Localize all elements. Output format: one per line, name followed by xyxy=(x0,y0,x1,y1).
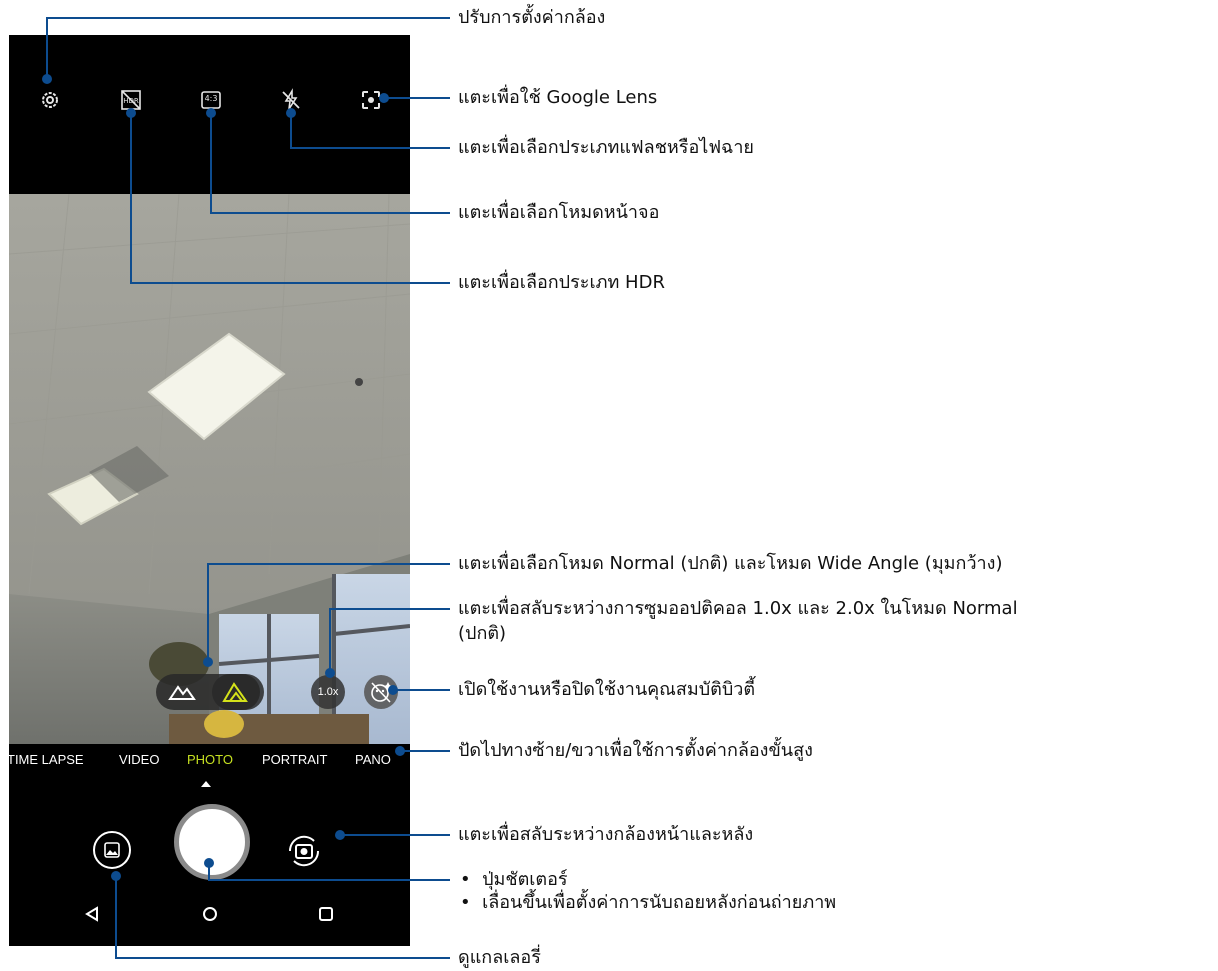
google-lens-icon[interactable] xyxy=(359,88,383,112)
lens-selector xyxy=(156,674,264,710)
normal-lens-icon[interactable] xyxy=(168,681,196,703)
mode-photo[interactable]: PHOTO xyxy=(187,752,233,767)
callout-wide-angle: แตะเพื่อเลือกโหมด Normal (ปกติ) และโหมด … xyxy=(458,553,1003,574)
camera-app-screen: HDR 4:3 xyxy=(9,35,410,946)
camera-controls xyxy=(9,776,410,946)
mode-portrait[interactable]: PORTRAIT xyxy=(262,752,328,767)
mode-video[interactable]: VIDEO xyxy=(119,752,159,767)
shutter-button[interactable] xyxy=(174,804,250,880)
callout-shutter-item: • ปุ่มชัตเตอร์ xyxy=(460,869,568,890)
viewfinder-scene xyxy=(9,194,410,744)
wide-angle-lens-icon xyxy=(222,682,248,702)
timer-swipe-arrow-icon xyxy=(201,781,211,787)
callout-google-lens: แตะเพื่อใช้ Google Lens xyxy=(458,87,658,108)
callout-shutter-item: • เลื่อนขึ้นเพื่อตั้งค่าการนับถอยหลังก่อ… xyxy=(460,892,837,913)
callout-swipe-modes: ปัดไปทางซ้าย/ขวาเพื่อใช้การตั้งค่ากล้องข… xyxy=(458,740,813,761)
mode-pano[interactable]: PANO xyxy=(355,752,391,767)
zoom-button[interactable]: 1.0x xyxy=(311,675,345,709)
aspect-ratio-icon[interactable]: 4:3 xyxy=(199,88,223,112)
wide-angle-lens-button[interactable] xyxy=(212,674,260,710)
callout-screen-mode: แตะเพื่อเลือกโหมดหน้าจอ xyxy=(458,202,660,223)
hdr-off-icon[interactable]: HDR xyxy=(119,88,143,112)
callout-hdr: แตะเพื่อเลือกประเภท HDR xyxy=(458,272,665,293)
beauty-toggle-button[interactable] xyxy=(364,675,398,709)
callout-shutter: • ปุ่มชัตเตอร์ • เลื่อนขึ้นเพื่อตั้งค่าก… xyxy=(460,868,836,914)
switch-camera-icon xyxy=(288,835,320,867)
callout-zoom-line1: แตะเพื่อสลับระหว่างการซูมออปติคอล 1.0x แ… xyxy=(458,598,1018,619)
callout-beauty: เปิดใช้งานหรือปิดใช้งานคุณสมบัติบิวตี้ xyxy=(458,679,756,700)
gallery-icon xyxy=(104,842,120,858)
beauty-off-icon xyxy=(371,682,393,703)
callout-flash: แตะเพื่อเลือกประเภทแฟลชหรือไฟฉาย xyxy=(458,137,754,158)
gear-icon[interactable] xyxy=(38,88,62,112)
aspect-ratio-label: 4:3 xyxy=(204,94,218,103)
back-icon[interactable] xyxy=(85,906,99,926)
recents-icon[interactable] xyxy=(318,906,334,926)
camera-viewfinder[interactable]: 1.0x xyxy=(9,194,410,744)
switch-camera-button[interactable] xyxy=(282,829,326,873)
flash-off-icon[interactable] xyxy=(279,88,303,112)
callout-gallery: ดูแกลเลอรี่ xyxy=(458,947,541,968)
zoom-label: 1.0x xyxy=(317,686,339,698)
mode-time-lapse[interactable]: TIME LAPSE xyxy=(9,752,84,767)
home-icon[interactable] xyxy=(202,906,218,926)
callout-settings: ปรับการตั้งค่ากล้อง xyxy=(458,7,606,28)
callout-zoom-line2: (ปกติ) xyxy=(458,623,507,644)
callout-switch-camera: แตะเพื่อสลับระหว่างกล้องหน้าและหลัง xyxy=(458,824,754,845)
camera-mode-bar[interactable]: TIME LAPSE VIDEO PHOTO PORTRAIT PANO xyxy=(9,744,410,776)
gallery-button[interactable] xyxy=(93,831,131,869)
